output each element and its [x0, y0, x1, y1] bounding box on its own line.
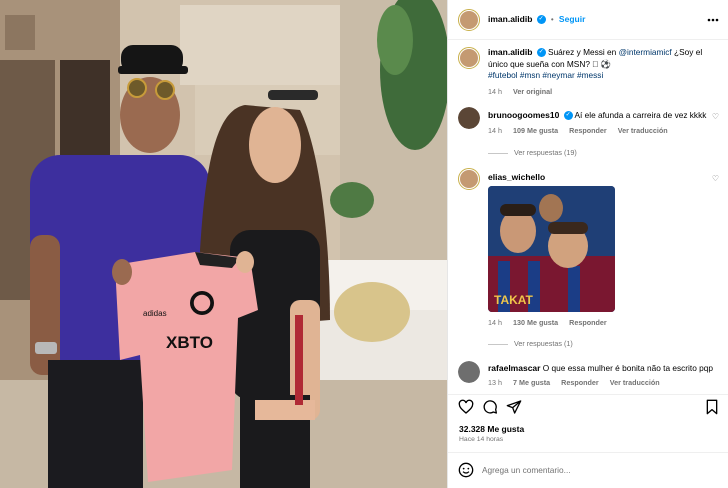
caption-author[interactable]: iman.alidib — [488, 47, 532, 57]
view-replies-label: Ver respuestas (1) — [514, 339, 573, 348]
gif-caption: TAKAT — [494, 293, 534, 307]
posted-time: Hace 14 horas — [459, 436, 504, 443]
comment-gif[interactable]: TAKAT — [488, 186, 615, 312]
verified-icon: ✓ — [536, 48, 546, 58]
more-options-icon[interactable] — [706, 13, 720, 27]
comment-time: 14 h — [488, 126, 502, 135]
caption-mention[interactable]: @intermiamicf — [619, 47, 672, 57]
heart-icon[interactable] — [458, 399, 474, 415]
translate-link[interactable]: Ver traducción — [610, 378, 660, 387]
share-icon[interactable] — [506, 399, 522, 415]
comment-input[interactable] — [482, 463, 712, 477]
translate-link[interactable]: Ver traducción — [618, 126, 668, 135]
verified-icon: ✓ — [536, 15, 546, 25]
post-header: iman.alidib ✓ • Seguir — [448, 0, 728, 40]
comment-item: brunoogoomes10 ✓ Aí ele afunda a carreir… — [448, 104, 728, 164]
verified-icon: ✓ — [563, 111, 573, 121]
comment-avatar[interactable] — [458, 361, 480, 383]
comment-avatar[interactable] — [458, 168, 480, 190]
comment-like-icon[interactable]: ♡ — [712, 112, 719, 121]
caption-time: 14 h — [488, 87, 502, 96]
caption-avatar[interactable] — [458, 47, 480, 69]
comment-avatar[interactable] — [458, 107, 480, 129]
see-original-link[interactable]: Ver original — [513, 87, 552, 96]
comment-author[interactable]: elias_wichello — [488, 172, 545, 182]
comment-text: Aí ele afunda a carreira de vez kkkk — [574, 110, 707, 120]
post-side-panel: iman.alidib ✓ • Seguir iman.alidib ✓ Suá… — [447, 0, 728, 488]
follow-button[interactable]: Seguir — [559, 14, 585, 24]
like-count[interactable]: 32.328 Me gusta — [459, 424, 524, 434]
emoji-icon[interactable] — [458, 462, 474, 478]
action-bar — [448, 394, 728, 418]
jersey-brand: adidas — [143, 309, 167, 318]
reply-button[interactable]: Responder — [561, 378, 599, 387]
caption-text: Suárez y Messi en — [548, 47, 617, 57]
comment-item: elias_wichello TAKAT 14 h 130 Me gusta R… — [448, 166, 728, 356]
comment-text: O que essa mulher é bonita não ta escrit… — [542, 363, 713, 373]
reply-button[interactable]: Responder — [569, 126, 607, 135]
save-icon[interactable] — [704, 399, 720, 415]
comment-time: 13 h — [488, 378, 502, 387]
comment-author[interactable]: rafaelmascar — [488, 363, 540, 373]
comment-icon[interactable] — [482, 399, 498, 415]
reply-button[interactable]: Responder — [569, 318, 607, 327]
comment-likes[interactable]: 130 Me gusta — [513, 318, 558, 327]
comment-like-icon[interactable]: ♡ — [712, 174, 719, 183]
comment-composer — [448, 452, 728, 488]
caption: iman.alidib ✓ Suárez y Messi en @intermi… — [448, 44, 728, 99]
comment-time: 14 h — [488, 318, 502, 327]
author-handle[interactable]: iman.alidib — [488, 14, 532, 24]
post-image: adidas XBTO — [0, 0, 447, 488]
view-replies-button[interactable]: Ver respuestas (1) — [488, 339, 573, 348]
comment-likes[interactable]: 109 Me gusta — [513, 126, 558, 135]
jersey-sponsor: XBTO — [166, 333, 213, 352]
caption-hashtags[interactable]: #futebol #msn #neymar #messi — [488, 70, 603, 80]
author-avatar[interactable] — [458, 9, 480, 31]
view-replies-label: Ver respuestas (19) — [514, 148, 577, 157]
comment-likes[interactable]: 7 Me gusta — [513, 378, 550, 387]
comment-author[interactable]: brunoogoomes10 — [488, 110, 559, 120]
view-replies-button[interactable]: Ver respuestas (19) — [488, 148, 577, 157]
comment-item: rafaelmascar O que essa mulher é bonita … — [448, 358, 728, 392]
post-photo[interactable]: adidas XBTO — [0, 0, 447, 488]
